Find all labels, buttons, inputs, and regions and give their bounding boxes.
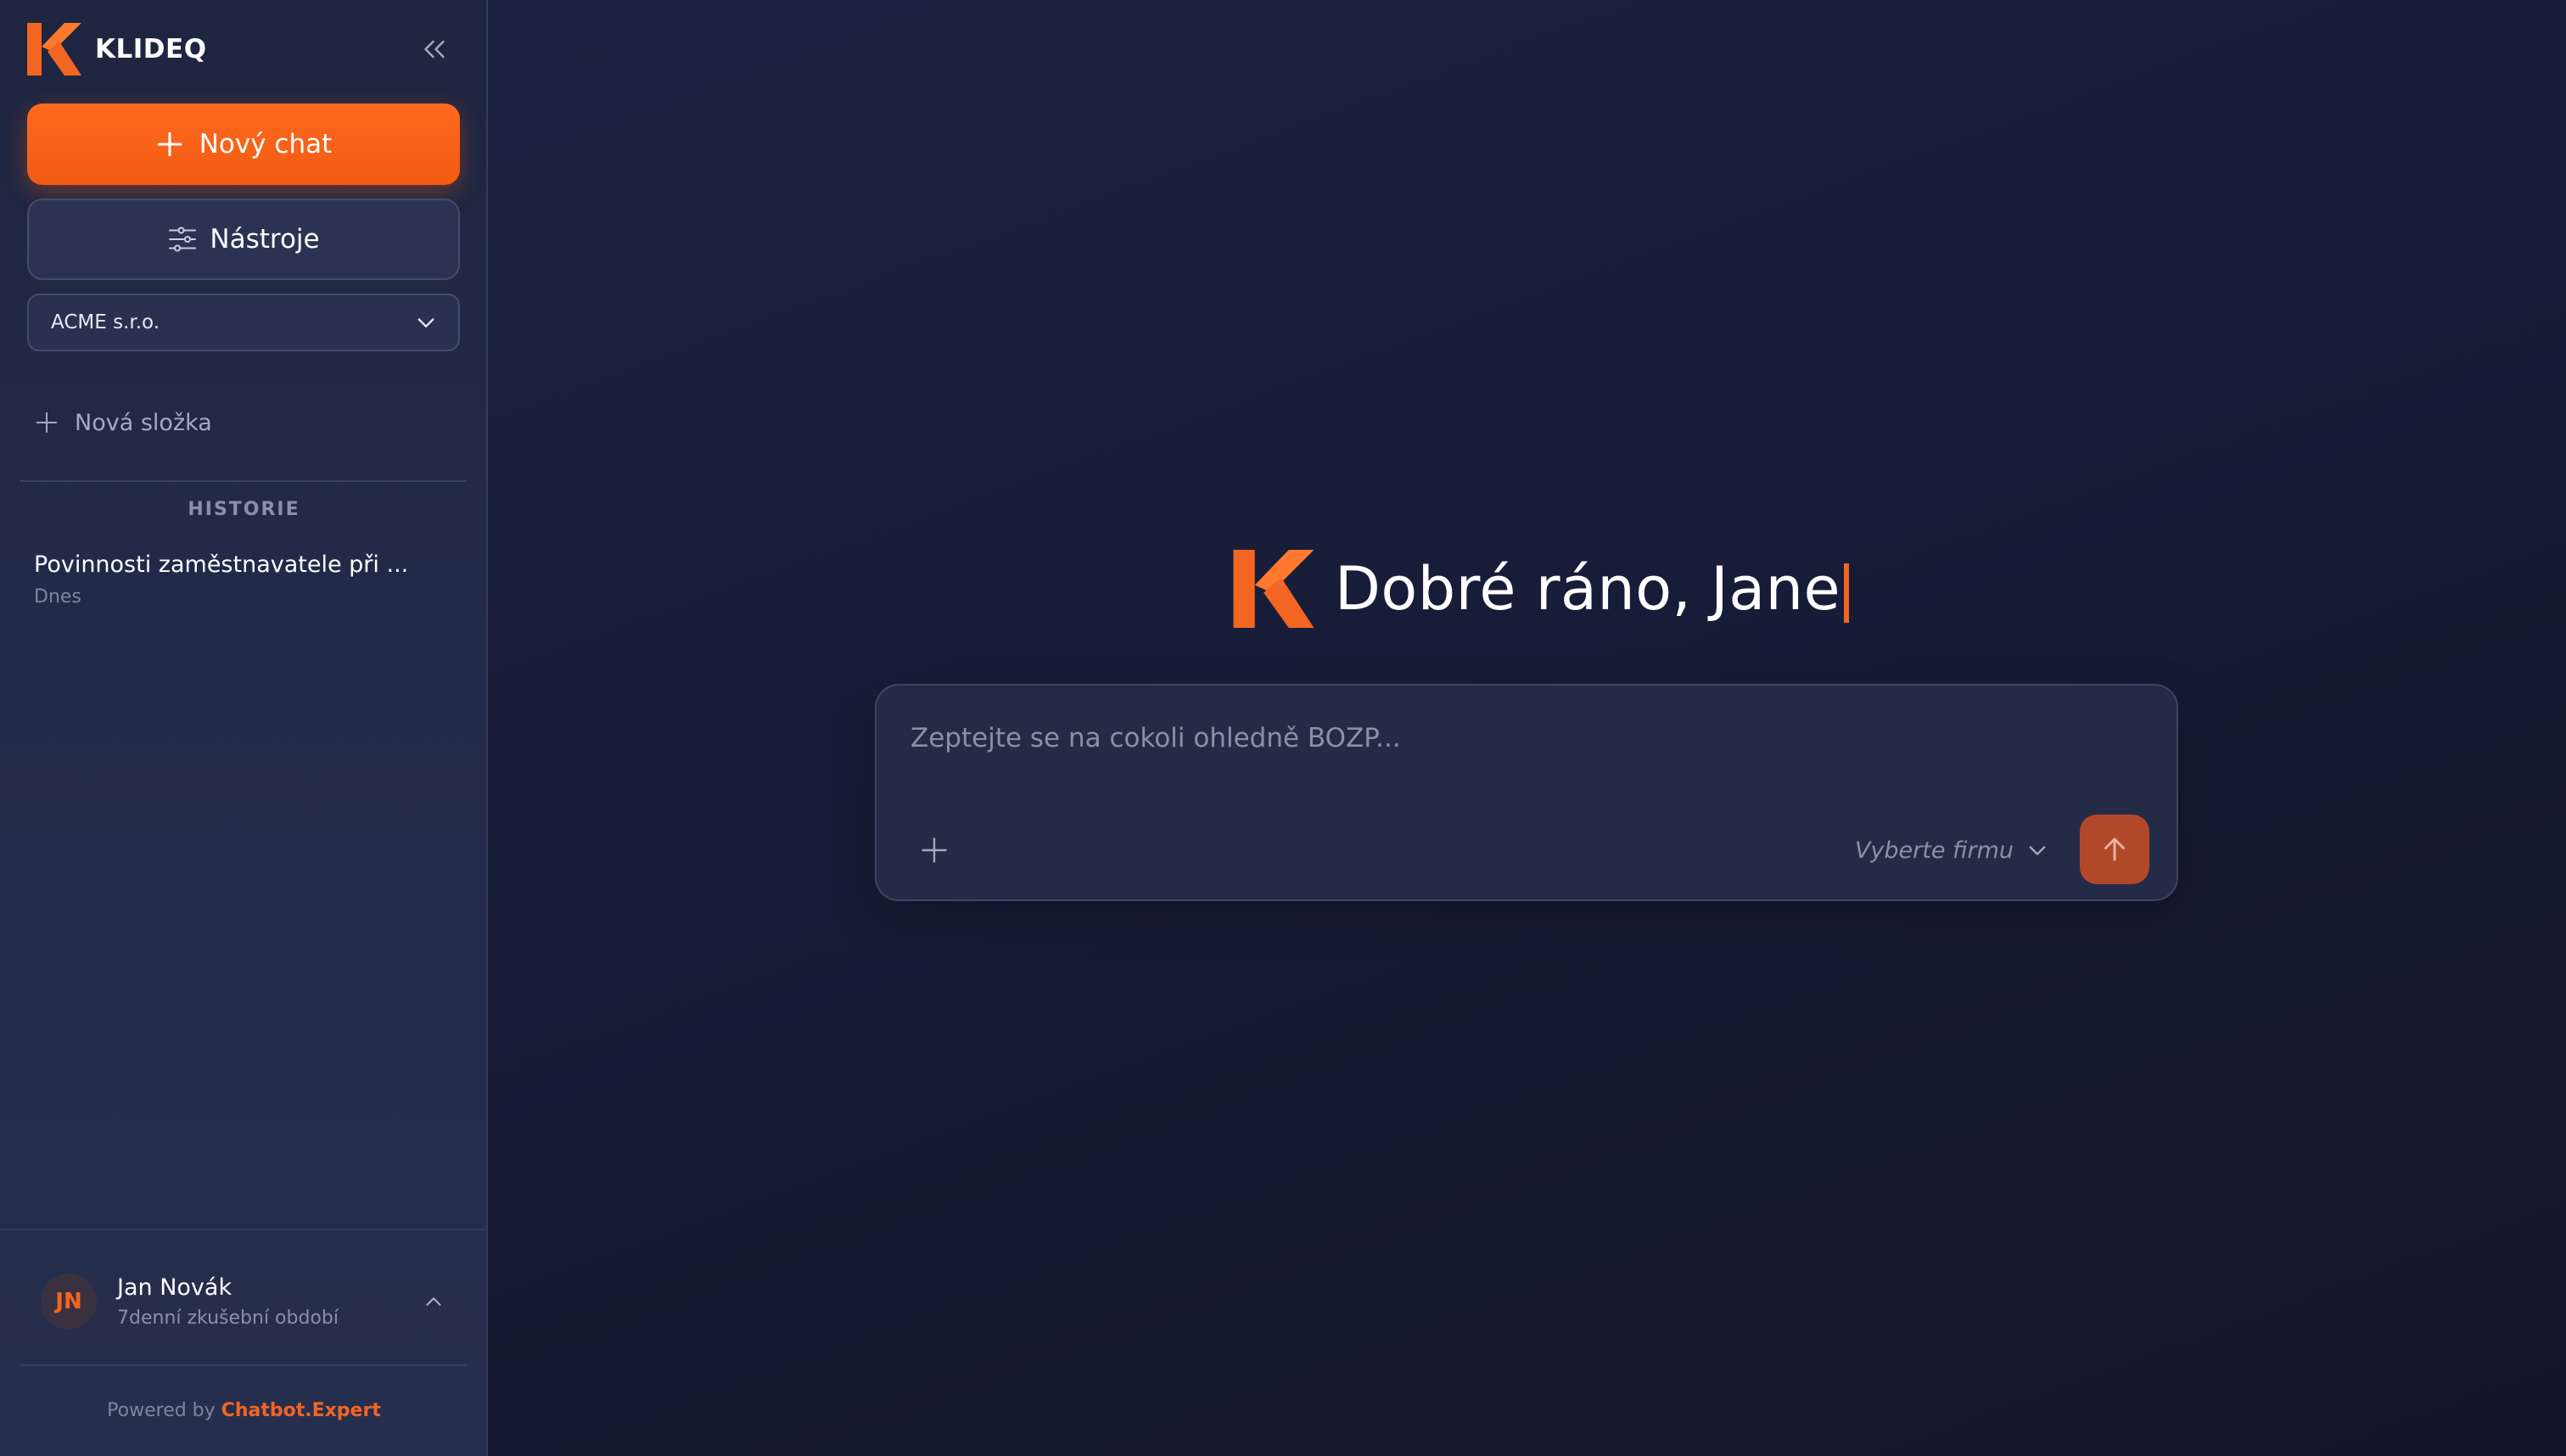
new-folder-label: Nová složka (75, 409, 212, 436)
plus-icon (157, 132, 182, 157)
user-info: Jan Novák 7denní zkušební období (117, 1274, 421, 1329)
history-item-title: Povinnosti zaměstnavatele při ... (34, 552, 409, 578)
company-select[interactable]: ACME s.r.o. (27, 294, 460, 351)
plus-icon (36, 412, 58, 434)
company-select-value: ACME s.r.o. (51, 311, 160, 333)
tools-button[interactable]: Nástroje (27, 199, 460, 280)
new-chat-label: Nový chat (199, 129, 333, 160)
tools-label: Nástroje (210, 224, 320, 255)
chevrons-left-icon (424, 40, 445, 59)
chat-input[interactable] (910, 713, 2132, 764)
sidebar: KLIDEQ Nový chat Nástroje ACME s.r.o. No… (0, 0, 488, 1456)
user-name: Jan Novák (117, 1274, 233, 1301)
plus-icon (922, 837, 947, 863)
powered-by-prefix: Powered by (107, 1400, 216, 1421)
klideq-logo-icon (1233, 550, 1314, 628)
chat-composer: Vyberte firmu (875, 684, 2178, 901)
chevron-up-icon (426, 1297, 441, 1306)
new-chat-button[interactable]: Nový chat (27, 104, 460, 185)
sidebar-divider (20, 1364, 467, 1366)
greeting-message: Dobré ráno, Jane (1335, 554, 1841, 624)
user-menu[interactable]: JN Jan Novák 7denní zkušební období (20, 1263, 467, 1341)
typing-caret (1844, 563, 1850, 623)
arrow-up-icon (2104, 837, 2125, 861)
firm-select-label: Vyberte firmu (1854, 837, 2014, 864)
attach-button[interactable] (910, 826, 958, 874)
firm-select[interactable]: Vyberte firmu (1855, 830, 2049, 871)
main-area: Dobré ráno, Jane Vyberte firmu (488, 0, 2566, 1456)
avatar: JN (41, 1274, 97, 1330)
sidebar-divider (20, 480, 467, 482)
chevron-down-icon (2029, 846, 2046, 855)
app-root: KLIDEQ Nový chat Nástroje ACME s.r.o. No… (0, 0, 2566, 1456)
user-plan: 7denní zkušební období (117, 1308, 339, 1329)
powered-by-link[interactable]: Chatbot.Expert (221, 1400, 381, 1421)
send-button[interactable] (2080, 815, 2149, 884)
history-item-date: Dnes (34, 586, 81, 608)
sliders-icon (169, 227, 197, 252)
brand-name: KLIDEQ (95, 34, 207, 64)
klideq-logo-icon (27, 23, 81, 76)
history-heading: HISTORIE (188, 499, 300, 520)
new-folder-button[interactable]: Nová složka (34, 402, 212, 443)
brand[interactable]: KLIDEQ (27, 22, 207, 76)
greeting: Dobré ráno, Jane (1233, 548, 1850, 630)
greeting-text: Dobré ráno, Jane (1335, 554, 1850, 624)
powered-by: Powered by Chatbot.Expert (0, 1400, 488, 1421)
history-item[interactable]: Povinnosti zaměstnavatele při ... Dnes (20, 545, 467, 619)
chevron-down-icon (417, 318, 434, 328)
collapse-sidebar-button[interactable] (414, 29, 455, 70)
sidebar-divider (0, 1229, 488, 1230)
